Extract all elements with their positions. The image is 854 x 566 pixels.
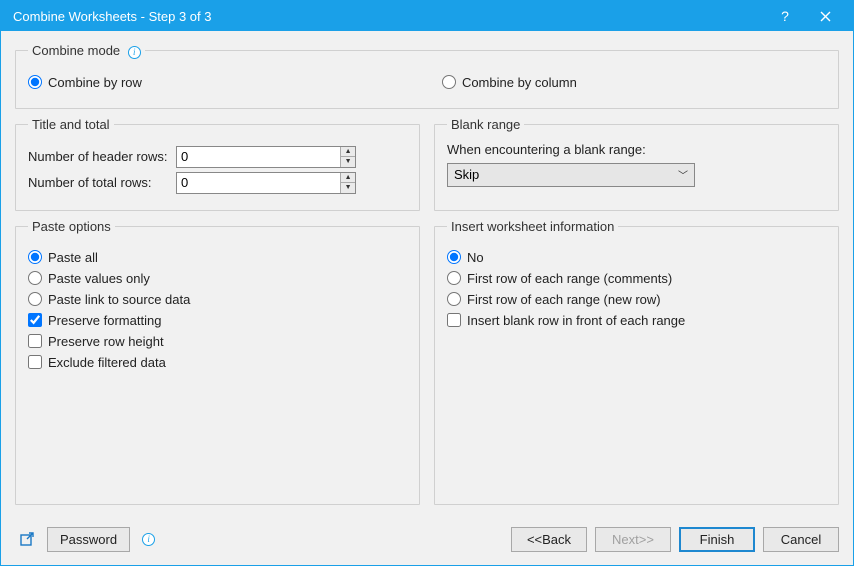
blank-range-selected: Skip	[454, 167, 479, 182]
titlebar: Combine Worksheets - Step 3 of 3 ?	[1, 1, 853, 31]
combine-by-row-option[interactable]: Combine by row	[28, 75, 142, 90]
blank-range-prompt: When encountering a blank range:	[447, 142, 826, 157]
next-button: Next>>	[595, 527, 671, 552]
insert-blank-row-label: Insert blank row in front of each range	[467, 313, 685, 328]
password-button[interactable]: Password	[47, 527, 130, 552]
insert-blank-row-option[interactable]: Insert blank row in front of each range	[447, 313, 826, 328]
help-button[interactable]: ?	[765, 1, 805, 31]
window-title: Combine Worksheets - Step 3 of 3	[9, 9, 765, 24]
preserve-formatting-checkbox[interactable]	[28, 313, 42, 327]
cancel-button[interactable]: Cancel	[763, 527, 839, 552]
paste-all-radio[interactable]	[28, 250, 42, 264]
blank-range-legend: Blank range	[447, 117, 524, 132]
insert-first-comments-option[interactable]: First row of each range (comments)	[447, 271, 826, 286]
spin-down-icon[interactable]: ▼	[341, 157, 355, 167]
combine-mode-legend: Combine mode i	[28, 43, 145, 59]
paste-link-option[interactable]: Paste link to source data	[28, 292, 407, 307]
paste-all-label: Paste all	[48, 250, 98, 265]
close-icon	[820, 11, 831, 22]
dialog-window: Combine Worksheets - Step 3 of 3 ? Combi…	[0, 0, 854, 566]
insert-first-newrow-radio[interactable]	[447, 292, 461, 306]
insert-first-newrow-option[interactable]: First row of each range (new row)	[447, 292, 826, 307]
combine-mode-options: Combine by row Combine by column	[28, 69, 826, 96]
combine-by-row-radio[interactable]	[28, 75, 42, 89]
paste-values-radio[interactable]	[28, 271, 42, 285]
title-total-group: Title and total Number of header rows: ▲…	[15, 117, 420, 211]
header-rows-spin-buttons: ▲ ▼	[340, 147, 355, 167]
combine-mode-group: Combine mode i Combine by row Combine by…	[15, 43, 839, 109]
paste-options-legend: Paste options	[28, 219, 115, 234]
insert-blank-row-checkbox[interactable]	[447, 313, 461, 327]
insert-info-group: Insert worksheet information No First ro…	[434, 219, 839, 506]
info-icon[interactable]: i	[128, 46, 141, 59]
spin-up-icon[interactable]: ▲	[341, 173, 355, 184]
combine-by-column-label: Combine by column	[462, 75, 577, 90]
bottom-bar: Password i <<Back Next>> Finish Cancel	[1, 513, 853, 565]
total-rows-input[interactable]	[177, 173, 340, 193]
combine-by-row-label: Combine by row	[48, 75, 142, 90]
insert-info-legend: Insert worksheet information	[447, 219, 618, 234]
header-rows-row: Number of header rows: ▲ ▼	[28, 146, 407, 168]
insert-no-radio[interactable]	[447, 250, 461, 264]
spin-up-icon[interactable]: ▲	[341, 147, 355, 158]
title-total-legend: Title and total	[28, 117, 114, 132]
total-rows-row: Number of total rows: ▲ ▼	[28, 172, 407, 194]
content-area: Combine mode i Combine by row Combine by…	[1, 31, 853, 513]
close-button[interactable]	[805, 1, 845, 31]
combine-by-column-radio[interactable]	[442, 75, 456, 89]
header-rows-label: Number of header rows:	[28, 149, 176, 164]
exclude-filtered-checkbox[interactable]	[28, 355, 42, 369]
combine-by-column-option[interactable]: Combine by column	[442, 75, 577, 90]
info-icon[interactable]: i	[142, 533, 155, 546]
paste-link-radio[interactable]	[28, 292, 42, 306]
insert-first-newrow-label: First row of each range (new row)	[467, 292, 661, 307]
header-rows-input[interactable]	[177, 147, 340, 167]
preserve-formatting-option[interactable]: Preserve formatting	[28, 313, 407, 328]
insert-no-option[interactable]: No	[447, 250, 826, 265]
popout-button[interactable]	[15, 527, 39, 551]
insert-first-comments-radio[interactable]	[447, 271, 461, 285]
total-rows-spin-buttons: ▲ ▼	[340, 173, 355, 193]
combine-mode-legend-text: Combine mode	[32, 43, 120, 58]
total-rows-spinner[interactable]: ▲ ▼	[176, 172, 356, 194]
paste-link-label: Paste link to source data	[48, 292, 190, 307]
paste-options-group: Paste options Paste all Paste values onl…	[15, 219, 420, 506]
total-rows-label: Number of total rows:	[28, 175, 176, 190]
back-button[interactable]: <<Back	[511, 527, 587, 552]
blank-range-select[interactable]: Skip ﹀	[447, 163, 695, 187]
spin-down-icon[interactable]: ▼	[341, 183, 355, 193]
preserve-formatting-label: Preserve formatting	[48, 313, 161, 328]
preserve-row-height-label: Preserve row height	[48, 334, 164, 349]
insert-first-comments-label: First row of each range (comments)	[467, 271, 672, 286]
insert-no-label: No	[467, 250, 484, 265]
chevron-down-icon: ﹀	[678, 167, 688, 182]
finish-button[interactable]: Finish	[679, 527, 755, 552]
paste-values-option[interactable]: Paste values only	[28, 271, 407, 286]
popout-icon	[19, 531, 35, 547]
exclude-filtered-label: Exclude filtered data	[48, 355, 166, 370]
preserve-row-height-checkbox[interactable]	[28, 334, 42, 348]
paste-values-label: Paste values only	[48, 271, 150, 286]
blank-range-group: Blank range When encountering a blank ra…	[434, 117, 839, 211]
header-rows-spinner[interactable]: ▲ ▼	[176, 146, 356, 168]
preserve-row-height-option[interactable]: Preserve row height	[28, 334, 407, 349]
paste-all-option[interactable]: Paste all	[28, 250, 407, 265]
exclude-filtered-option[interactable]: Exclude filtered data	[28, 355, 407, 370]
